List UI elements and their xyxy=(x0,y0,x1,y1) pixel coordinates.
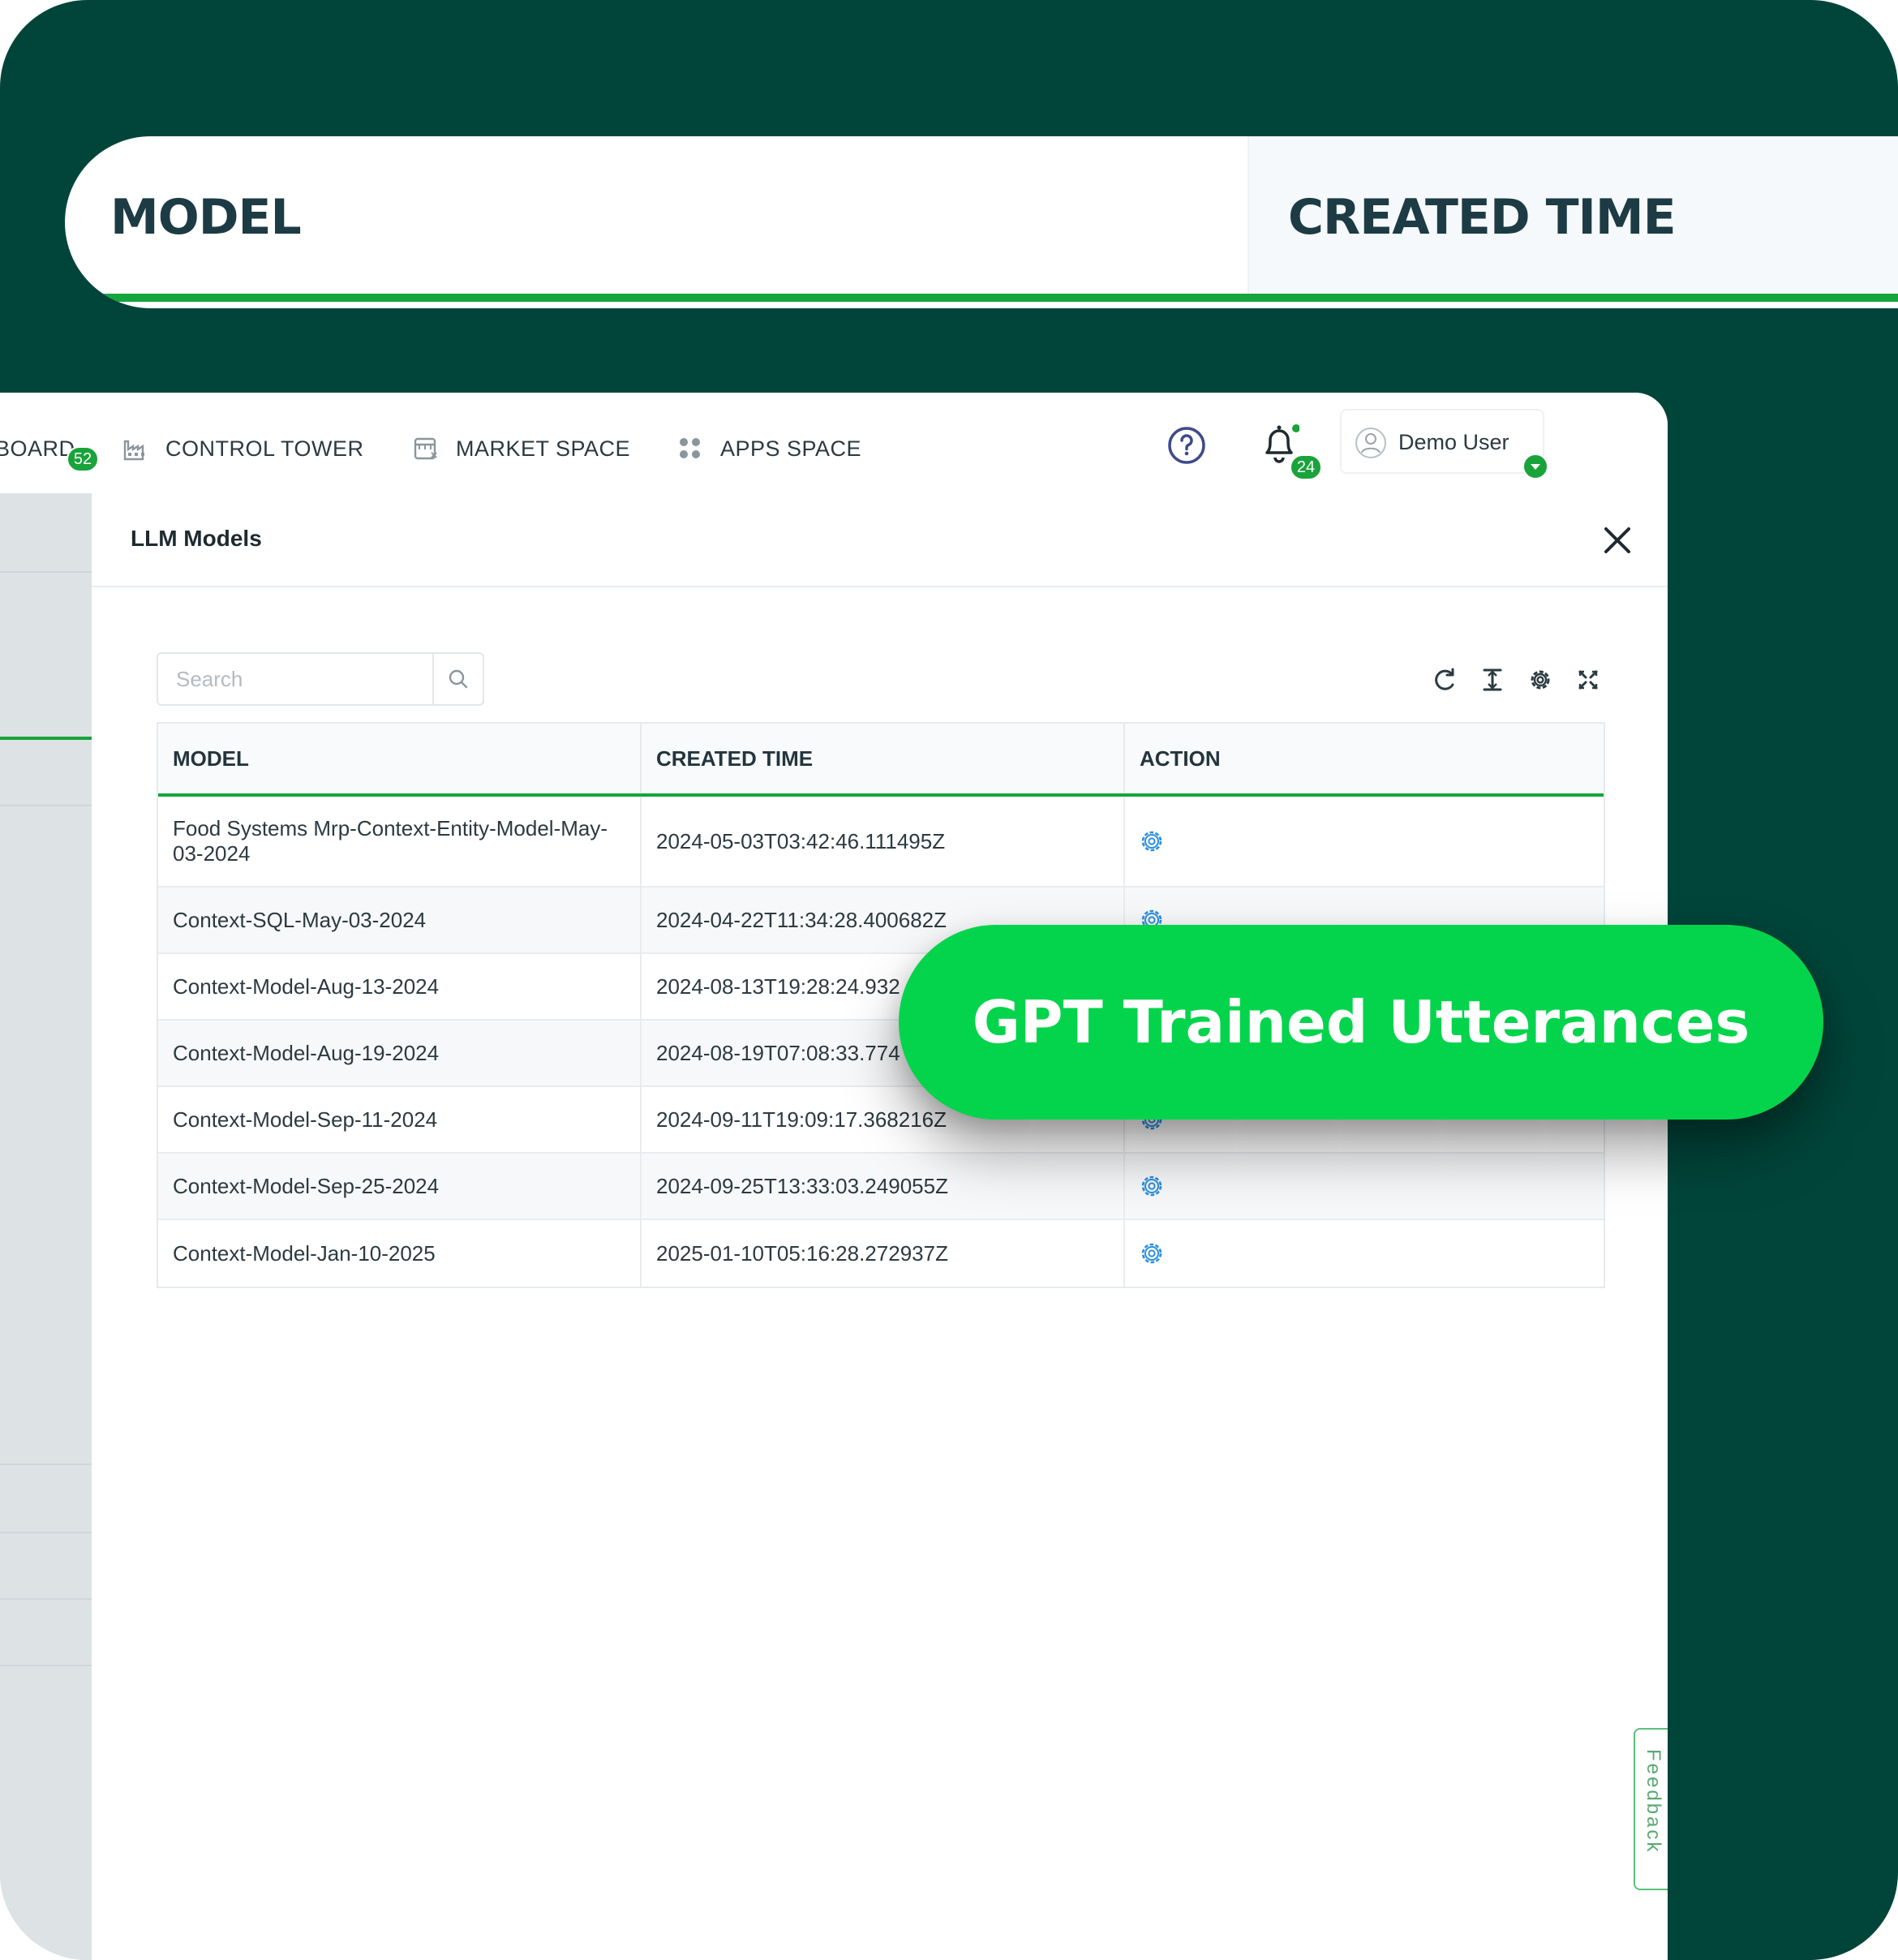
gear-icon[interactable] xyxy=(1138,1172,1166,1200)
user-menu[interactable]: Demo User xyxy=(1340,409,1548,479)
cell-created-time: 2024-05-03T03:42:46.111495Z xyxy=(642,797,1125,886)
sidebar-divider xyxy=(0,1532,92,1533)
store-icon xyxy=(412,435,440,462)
gpt-trained-utterances-callout: GPT Trained Utterances xyxy=(899,925,1823,1120)
column-header-model[interactable]: MODEL xyxy=(158,724,642,793)
app-window: BOARD 52 CONTROL TOWER MARKET SPACE APPS… xyxy=(0,393,1668,1960)
gear-icon[interactable] xyxy=(1138,1240,1166,1267)
apps-grid-icon xyxy=(676,435,704,462)
column-height-icon[interactable] xyxy=(1473,660,1512,699)
sidebar-active-indicator xyxy=(0,737,92,740)
panel-header: LLM Models xyxy=(92,493,1668,587)
sidebar xyxy=(0,493,92,1960)
search-box xyxy=(157,652,484,706)
chevron-down-icon[interactable] xyxy=(1522,453,1549,480)
factory-icon xyxy=(122,435,149,462)
help-circle-icon[interactable] xyxy=(1166,425,1207,466)
sidebar-divider xyxy=(0,805,92,806)
user-avatar-icon xyxy=(1355,427,1387,459)
search-icon[interactable] xyxy=(432,654,483,704)
table-row: Context-Model-Sep-25-2024 2024-09-25T13:… xyxy=(158,1154,1604,1220)
nav-item-control-tower[interactable]: CONTROL TOWER xyxy=(122,428,364,469)
table-row: Context-Model-Jan-10-2025 2025-01-10T05:… xyxy=(158,1220,1604,1287)
refresh-icon[interactable] xyxy=(1425,660,1464,699)
gear-icon[interactable] xyxy=(1138,827,1166,855)
zoom-header-underline xyxy=(97,294,1898,302)
cell-created-time: 2025-01-10T05:16:28.272937Z xyxy=(642,1220,1125,1287)
cell-model: Context-Model-Jan-10-2025 xyxy=(158,1220,642,1287)
cell-model: Food Systems Mrp-Context-Entity-Model-Ma… xyxy=(158,797,642,886)
sidebar-divider xyxy=(0,1464,92,1465)
cell-action xyxy=(1125,797,1604,886)
cell-model: Context-Model-Aug-13-2024 xyxy=(158,954,642,1019)
sidebar-divider xyxy=(0,1665,92,1666)
nav-label-apps-space: APPS SPACE xyxy=(720,436,862,461)
notification-count-badge: 24 xyxy=(1290,454,1322,480)
nav-label-market-space: MARKET SPACE xyxy=(456,436,631,461)
cell-action xyxy=(1125,1220,1604,1287)
nav-item-market-space[interactable]: MARKET SPACE xyxy=(412,428,630,469)
feedback-tab[interactable]: Feedback xyxy=(1634,1728,1668,1890)
nav-label-control-tower: CONTROL TOWER xyxy=(165,436,364,461)
stage-background: MODEL CREATED TIME BOARD 52 CONTROL TOWE… xyxy=(0,0,1898,1960)
zoom-header-created-time: CREATED TIME xyxy=(1249,136,1898,299)
cell-model: Context-Model-Sep-25-2024 xyxy=(158,1154,642,1219)
user-name: Demo User xyxy=(1398,430,1509,454)
fullscreen-icon[interactable] xyxy=(1569,660,1608,699)
llm-models-panel: LLM Models Search MODEL CREATED TIME ACT… xyxy=(92,493,1668,1960)
sidebar-divider xyxy=(0,571,92,573)
callout-text: GPT Trained Utterances xyxy=(972,988,1750,1056)
cell-model: Context-Model-Aug-19-2024 xyxy=(158,1021,642,1085)
table-header: MODEL CREATED TIME ACTION xyxy=(158,724,1604,797)
nav-item-dashboard[interactable]: BOARD xyxy=(0,428,75,469)
panel-title: LLM Models xyxy=(131,526,262,551)
column-header-action: ACTION xyxy=(1140,746,1221,771)
settings-icon[interactable] xyxy=(1521,660,1560,699)
cell-created-time: 2024-09-25T13:33:03.249055Z xyxy=(642,1154,1125,1219)
sidebar-divider xyxy=(0,1598,92,1600)
search-input[interactable] xyxy=(158,654,432,704)
dashboard-count-badge: 52 xyxy=(67,446,99,472)
zoom-header-model: MODEL xyxy=(110,189,302,246)
top-navigation: BOARD 52 CONTROL TOWER MARKET SPACE APPS… xyxy=(0,393,1668,493)
column-header-created-time[interactable]: CREATED TIME xyxy=(642,724,1125,793)
nav-item-apps-space[interactable]: APPS SPACE xyxy=(676,428,861,469)
zoomed-table-header: MODEL CREATED TIME xyxy=(65,136,1898,308)
cell-action xyxy=(1125,1154,1604,1219)
cell-model: Context-Model-Sep-11-2024 xyxy=(158,1087,642,1152)
close-icon[interactable] xyxy=(1593,516,1642,565)
cell-model: Context-SQL-May-03-2024 xyxy=(158,888,642,952)
feedback-label: Feedback xyxy=(1642,1749,1664,1855)
table-row: Food Systems Mrp-Context-Entity-Model-Ma… xyxy=(158,797,1604,888)
nav-label-dashboard: BOARD xyxy=(0,436,75,461)
